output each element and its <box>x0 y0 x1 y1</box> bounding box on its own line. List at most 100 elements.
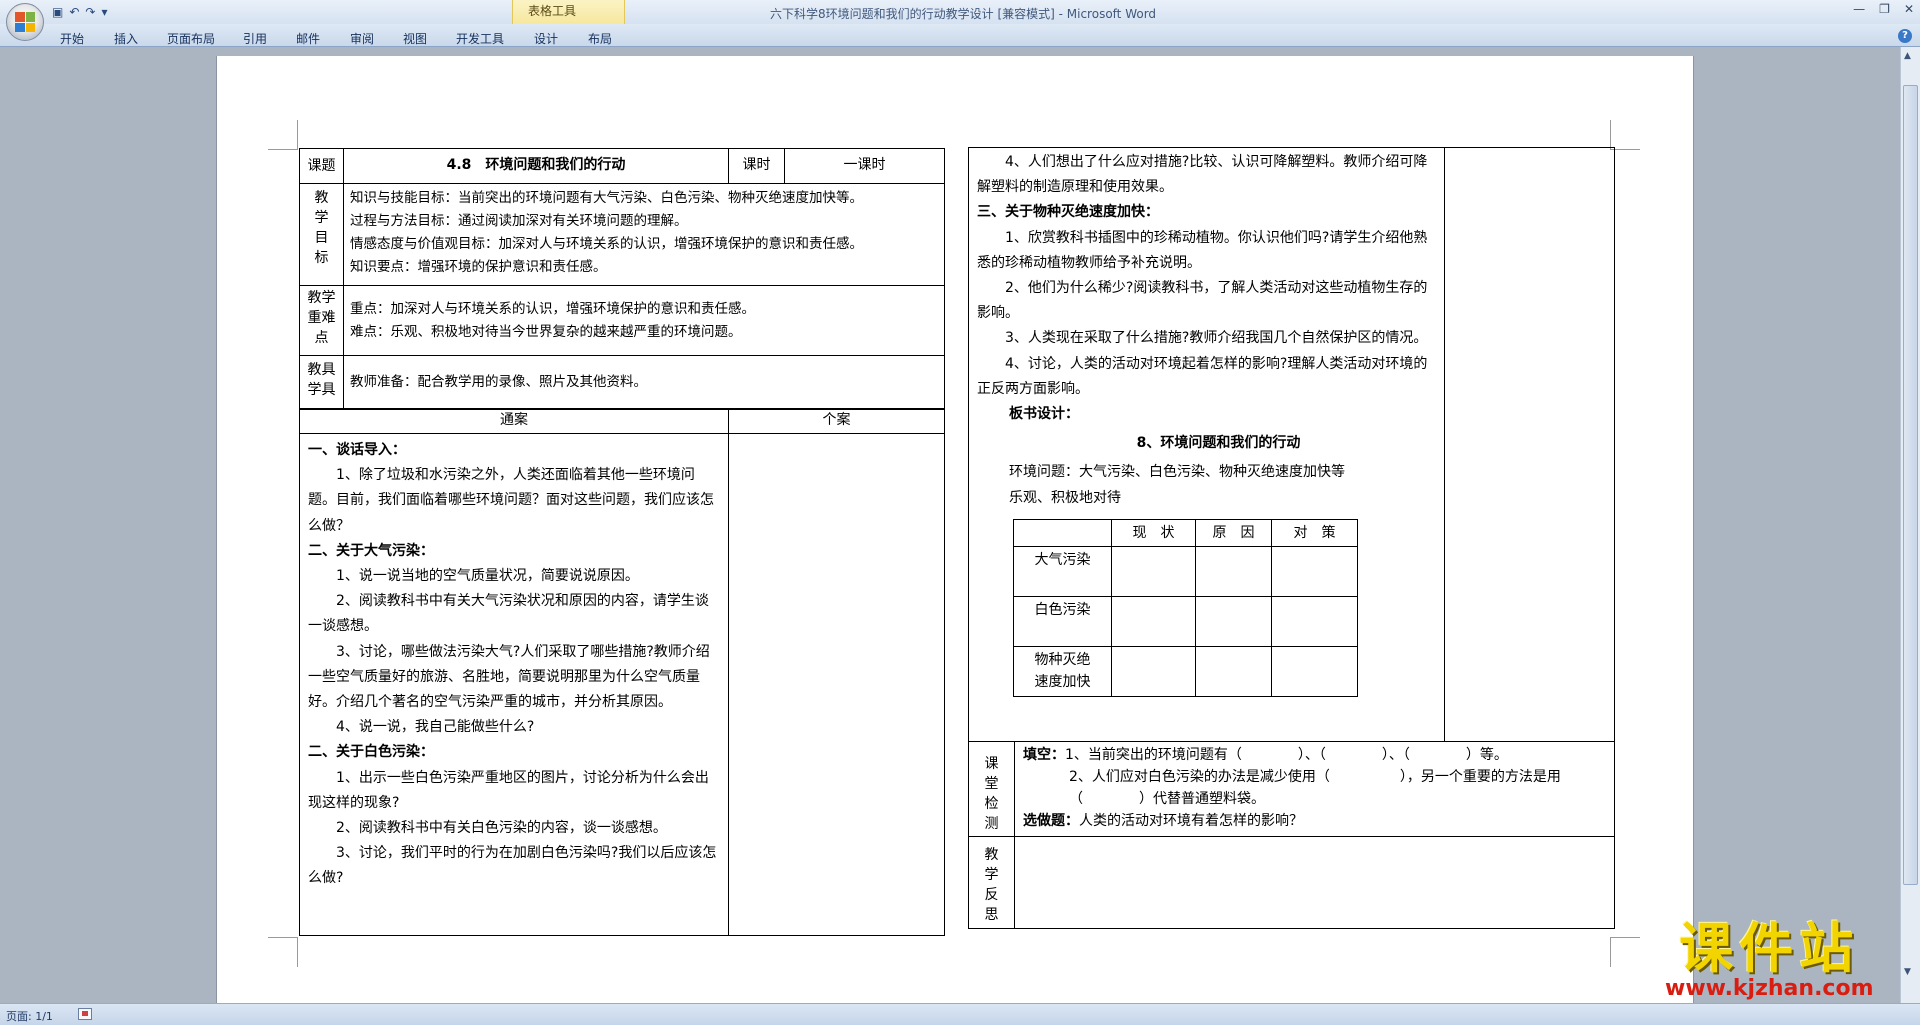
board-design-label: 板书设计： <box>1009 406 1079 423</box>
board-table-header: 现 状 <box>1111 518 1196 547</box>
personal-plan-body <box>728 433 945 936</box>
tab-mailings[interactable]: 邮件 <box>296 30 320 47</box>
help-icon[interactable]: ? <box>1898 29 1912 43</box>
watermark-logo: 课件站 www.kjzhan.com <box>1665 917 1874 1002</box>
goal-line: 知识要点：增强环境的保护意识和责任感。 <box>350 259 607 275</box>
board-cell <box>1195 545 1272 597</box>
lesson-body-table: 通案 个案 一、谈话导入： 1、除了垃圾和水污染之外，人类还面临着其他一些环境问题… <box>299 408 945 936</box>
page-count[interactable]: 页面: 1/1 <box>6 1008 53 1024</box>
choice-label: 选做题： <box>1023 813 1079 829</box>
test-label: 课 堂 检 测 <box>968 741 1015 837</box>
board-table-header: 原 因 <box>1195 518 1272 547</box>
tab-view[interactable]: 视图 <box>403 30 427 47</box>
tab-references[interactable]: 引用 <box>243 30 267 47</box>
close-icon[interactable]: ✕ <box>1904 2 1914 16</box>
goals-label: 教 学 目 标 <box>299 183 344 286</box>
paragraph: 一、谈话导入： <box>308 442 406 458</box>
undo-icon[interactable]: ↶ <box>69 5 79 19</box>
board-line-2: 乐观、积极地对待 <box>1009 489 1121 506</box>
right-body: 4、人们想出了什么应对措施?比较、认识可降解塑料。教师介绍可降解塑料的制造原理和… <box>968 147 1445 742</box>
paragraph: 2、阅读教科书中有关白色污染的内容，谈一谈感想。 <box>336 820 667 837</box>
key-points-cell: 重点：加深对人与环境关系的认识，增强环境保护的意识和责任感。 难点：乐观、积极地… <box>343 285 945 356</box>
tab-developer[interactable]: 开发工具 <box>456 30 504 47</box>
crop-mark <box>268 937 298 967</box>
board-table-header: 对 策 <box>1271 518 1358 547</box>
board-cell <box>1271 545 1358 597</box>
lesson-table-right: 4、人们想出了什么应对措施?比较、认识可降解塑料。教师介绍可降解塑料的制造原理和… <box>968 147 1615 929</box>
common-plan-header: 通案 <box>299 408 729 434</box>
choice-question: 人类的活动对环境有着怎样的影响？ <box>1079 813 1303 829</box>
paragraph: 1、出示一些白色污染严重地区的图片，讨论分析为什么会出现这样的现象? <box>308 769 709 811</box>
quick-access-toolbar: ▣ ↶ ↷ ▾ <box>52 4 108 20</box>
spell-check-icon[interactable] <box>78 1008 92 1020</box>
key-point-line: 重点：加深对人与环境关系的认识，增强环境保护的意识和责任感。 <box>350 301 755 317</box>
paragraph: 4、人们想出了什么应对措施?比较、认识可降解塑料。教师介绍可降解塑料的制造原理和… <box>977 154 1428 196</box>
board-cell <box>1271 595 1358 647</box>
scrollbar-thumb[interactable] <box>1903 85 1918 885</box>
goals-cell: 知识与技能目标：当前突出的环境问题有大气污染、白色污染、物种灭绝速度加快等。 过… <box>343 183 945 286</box>
redo-icon[interactable]: ↷ <box>85 5 95 19</box>
paragraph: 4、说一说，我自己能做些什么? <box>336 719 535 736</box>
board-cell <box>1111 545 1196 597</box>
paragraph: 二、关于大气污染： <box>308 542 434 559</box>
tools-cell: 教师准备：配合教学用的录像、照片及其他资料。 <box>343 355 945 410</box>
tab-review[interactable]: 审阅 <box>350 30 374 47</box>
scroll-down-icon[interactable]: ▼ <box>1904 967 1911 977</box>
tab-design[interactable]: 设计 <box>534 30 558 47</box>
board-table: 现 状 原 因 对 策 大气污染 白色污染 物种灭绝 速度加快 <box>1013 518 1358 697</box>
restore-icon[interactable]: ❐ <box>1879 2 1890 16</box>
crop-mark <box>1610 120 1640 150</box>
minimize-icon[interactable]: — <box>1853 2 1865 16</box>
crop-mark <box>268 120 298 150</box>
paragraph: 二、关于白色污染： <box>308 744 434 761</box>
scroll-up-icon[interactable]: ▲ <box>1904 51 1911 61</box>
period-label: 课时 <box>728 148 785 184</box>
lesson-title: 4.8 环境问题和我们的行动 <box>343 148 729 184</box>
save-icon[interactable]: ▣ <box>52 5 63 19</box>
paragraph: 1、说一说当地的空气质量状况，简要说说原因。 <box>336 568 639 585</box>
board-cell <box>1195 595 1272 647</box>
board-title: 8、环境问题和我们的行动 <box>1136 435 1301 452</box>
goal-line: 情感态度与价值观目标：加深对人与环境关系的认识，增强环境保护的意识和责任感。 <box>350 236 863 252</box>
period-value: 一课时 <box>784 148 945 184</box>
crop-mark <box>1610 937 1640 967</box>
fill-blank-1: 1、当前突出的环境问题有（ ）、（ ）、（ ）等。 <box>1065 747 1508 763</box>
vertical-scrollbar[interactable]: ▲ ▼ <box>1900 47 1920 1003</box>
window-title: 六下科学8环境问题和我们的行动教学设计 [兼容模式] - Microsoft W… <box>770 7 1157 21</box>
paragraph: 2、阅读教科书中有关大气污染状况和原因的内容，请学生谈一谈感想。 <box>308 593 709 635</box>
key-point-line: 难点：乐观、积极地对待当今世界复杂的越来越严重的环境问题。 <box>350 324 742 340</box>
right-body-paragraphs: 4、人们想出了什么应对措施?比较、认识可降解塑料。教师介绍可降解塑料的制造原理和… <box>977 150 1436 402</box>
board-row-label: 白色污染 <box>1013 595 1112 647</box>
test-cell: 填空：1、当前突出的环境问题有（ ）、（ ）、（ ）等。 2、人们应对白色污染的… <box>1014 741 1615 837</box>
paragraph: 3、讨论，我们平时的行为在加剧白色污染吗?我们以后应该怎么做? <box>308 845 717 887</box>
lesson-table-left: 课题 4.8 环境问题和我们的行动 课时 一课时 教 学 目 标 知识与技能目标… <box>299 148 945 410</box>
board-cell <box>1111 645 1196 697</box>
context-group-label: 表格工具 <box>528 4 577 18</box>
personal-plan-header: 个案 <box>728 408 945 434</box>
status-bar: 页面: 1/1 <box>0 1003 1920 1025</box>
board-cell <box>1271 645 1358 697</box>
tab-layout[interactable]: 布局 <box>588 30 612 47</box>
paragraph: 4、讨论，人类的活动对环境起着怎样的影响?理解人类活动对环境的正反两方面影响。 <box>977 355 1428 397</box>
watermark-title: 课件站 <box>1679 917 1860 980</box>
office-logo-icon <box>15 12 35 32</box>
board-table-header <box>1013 518 1112 547</box>
reflection-label: 教 学 反 思 <box>968 836 1015 929</box>
office-button[interactable] <box>6 3 44 41</box>
tab-insert[interactable]: 插入 <box>114 30 138 47</box>
tools-label: 教具 学具 <box>299 355 344 410</box>
right-personal-column <box>1444 147 1615 742</box>
fill-blank-label: 填空： <box>1023 747 1065 763</box>
customize-qat-icon[interactable]: ▾ <box>101 5 107 19</box>
reflection-cell <box>1014 836 1615 929</box>
tab-page-layout[interactable]: 页面布局 <box>167 30 215 47</box>
paragraph: 2、他们为什么稀少?阅读教科书，了解人类活动对这些动植物生存的影响。 <box>977 280 1428 322</box>
common-plan-body: 一、谈话导入： 1、除了垃圾和水污染之外，人类还面临着其他一些环境问题。目前，我们… <box>299 433 729 936</box>
paragraph: 1、欣赏教科书插图中的珍稀动植物。你认识他们吗?请学生介绍他熟悉的珍稀动植物教师… <box>977 229 1428 271</box>
paragraph: 3、人类现在采取了什么措施?教师介绍我国几个自然保护区的情况。 <box>1005 330 1428 347</box>
left-body-paragraphs: 一、谈话导入： 1、除了垃圾和水污染之外，人类还面临着其他一些环境问题。目前，我们… <box>308 438 718 892</box>
watermark-url: www.kjzhan.com <box>1665 976 1874 1001</box>
tab-home[interactable]: 开始 <box>60 30 84 47</box>
paragraph: 三、关于物种灭绝速度加快： <box>977 204 1159 221</box>
paragraph: 1、除了垃圾和水污染之外，人类还面临着其他一些环境问题。目前，我们面临着哪些环境… <box>308 467 714 534</box>
